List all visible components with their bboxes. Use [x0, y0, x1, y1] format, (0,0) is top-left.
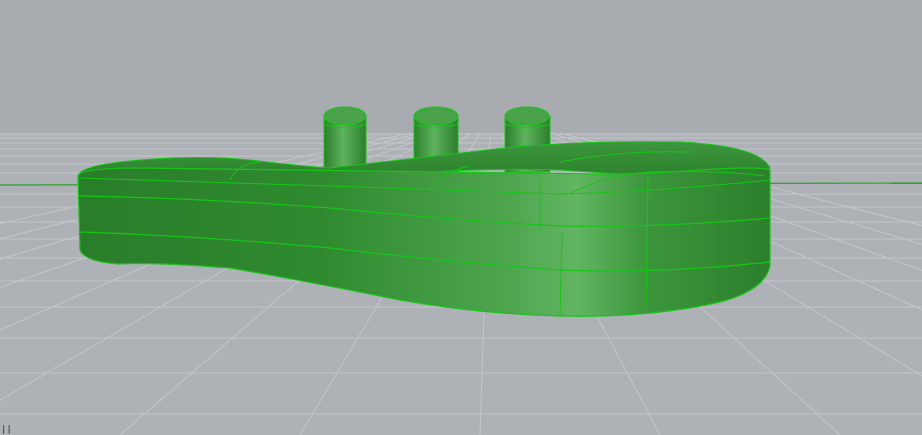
corner-glyph: || — [1, 425, 12, 435]
peg-left[interactable] — [323, 106, 367, 173]
viewport-canvas[interactable] — [0, 0, 922, 435]
perspective-viewport[interactable]: || — [0, 0, 922, 435]
